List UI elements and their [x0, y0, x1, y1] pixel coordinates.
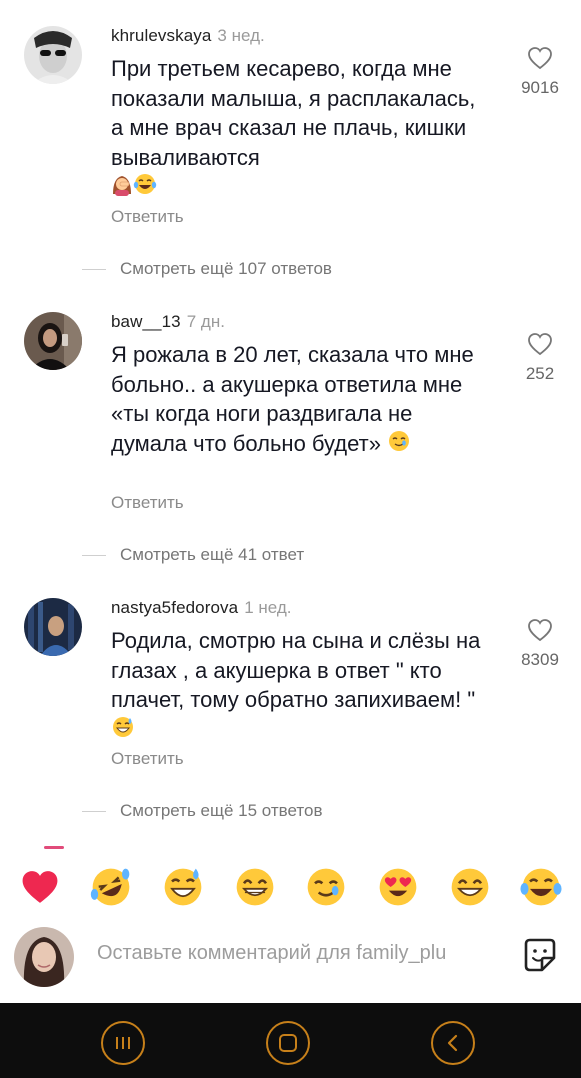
smiling-with-tear-emoji [387, 429, 411, 461]
comment-input-row: Оставьте комментарий для family_plu [0, 922, 581, 1002]
heart-outline-icon [528, 333, 552, 356]
grinning-icon [451, 868, 488, 906]
avatar[interactable] [24, 312, 82, 370]
username[interactable]: nastya5fedorova [111, 598, 238, 617]
beaming-grin-emoji-button[interactable] [231, 863, 279, 911]
recent-apps-button[interactable] [101, 1021, 145, 1065]
like-count: 9016 [521, 78, 559, 97]
rofl-emoji-button[interactable] [87, 863, 135, 911]
smiling-with-tear-icon [307, 868, 345, 906]
avatar[interactable] [24, 598, 82, 656]
heart-outline-icon [528, 47, 552, 70]
timestamp: 1 нед. [244, 598, 292, 617]
view-more-replies-label: Смотреть ещё 107 ответов [120, 259, 332, 278]
home-button[interactable] [266, 1021, 310, 1065]
woman-facepalm-emoji [111, 172, 133, 204]
view-more-replies-label: Смотреть ещё 15 ответов [120, 801, 323, 820]
comment-header: nastya5fedorova 1 нед. [111, 598, 292, 618]
username[interactable]: baw__13 [111, 312, 181, 331]
divider [82, 810, 106, 812]
view-more-replies[interactable]: Смотреть ещё 41 ответ [82, 545, 304, 565]
sticker-icon [524, 938, 556, 972]
my-avatar [14, 927, 74, 987]
red-heart-icon [22, 871, 58, 903]
comment-body: Я рожала в 20 лет, сказала что мне больн… [111, 342, 474, 456]
back-icon [447, 1034, 458, 1052]
comment-text: Я рожала в 20 лет, сказала что мне больн… [111, 340, 491, 460]
red-heart-emoji-button[interactable] [16, 863, 64, 911]
quick-emoji-bar [0, 852, 581, 922]
comment-header: baw__13 7 дн. [111, 312, 225, 332]
grinning-sweat-icon [164, 868, 202, 906]
timestamp: 7 дн. [186, 312, 225, 331]
like-count: 8309 [521, 650, 559, 669]
comment-input[interactable]: Оставьте комментарий для family_plu [97, 942, 497, 965]
home-icon [279, 1034, 297, 1052]
like-count: 252 [525, 364, 555, 383]
beaming-grin-icon [236, 868, 274, 906]
heart-outline-icon [528, 619, 552, 642]
heart-eyes-icon [379, 868, 417, 906]
comment-body: При третьем кесарево, когда мне показали… [111, 56, 476, 170]
like-button[interactable]: 252 [510, 332, 570, 384]
smiling-with-tear-emoji-button[interactable] [302, 863, 350, 911]
reply-button[interactable]: Ответить [111, 493, 184, 513]
view-more-replies[interactable]: Смотреть ещё 15 ответов [82, 801, 322, 821]
comment-text: Родила, смотрю на сына и слёзы на глазах… [111, 626, 491, 746]
comment-header: khrulevskaya 3 нед. [111, 26, 265, 46]
grinning-emoji-button[interactable] [446, 863, 494, 911]
rolling-on-floor-laughing-icon [91, 868, 130, 906]
comment-body: Родила, смотрю на сына и слёзы на глазах… [111, 628, 481, 712]
next-comment-avatar-edge [44, 846, 64, 849]
back-button[interactable] [431, 1021, 475, 1065]
heart-eyes-emoji-button[interactable] [374, 863, 422, 911]
tears-of-joy-emoji [133, 172, 157, 204]
divider [82, 268, 106, 270]
recent-apps-icon [116, 1037, 130, 1049]
like-button[interactable]: 8309 [510, 618, 570, 670]
view-more-replies[interactable]: Смотреть ещё 107 ответов [82, 259, 332, 279]
system-navigation-bar [0, 1003, 581, 1078]
tears-of-joy-icon [520, 868, 562, 906]
reply-button[interactable]: Ответить [111, 749, 184, 769]
view-more-replies-label: Смотреть ещё 41 ответ [120, 545, 305, 564]
reply-button[interactable]: Ответить [111, 207, 184, 227]
tears-of-joy-emoji-button[interactable] [517, 863, 565, 911]
timestamp: 3 нед. [217, 26, 265, 45]
grinning-sweat-emoji [111, 715, 135, 747]
like-button[interactable]: 9016 [510, 46, 570, 98]
divider [82, 554, 106, 556]
sticker-button[interactable] [520, 936, 560, 981]
comment-text: При третьем кесарево, когда мне показали… [111, 54, 491, 204]
grinning-sweat-emoji-button[interactable] [159, 863, 207, 911]
avatar[interactable] [24, 26, 82, 84]
username[interactable]: khrulevskaya [111, 26, 211, 45]
